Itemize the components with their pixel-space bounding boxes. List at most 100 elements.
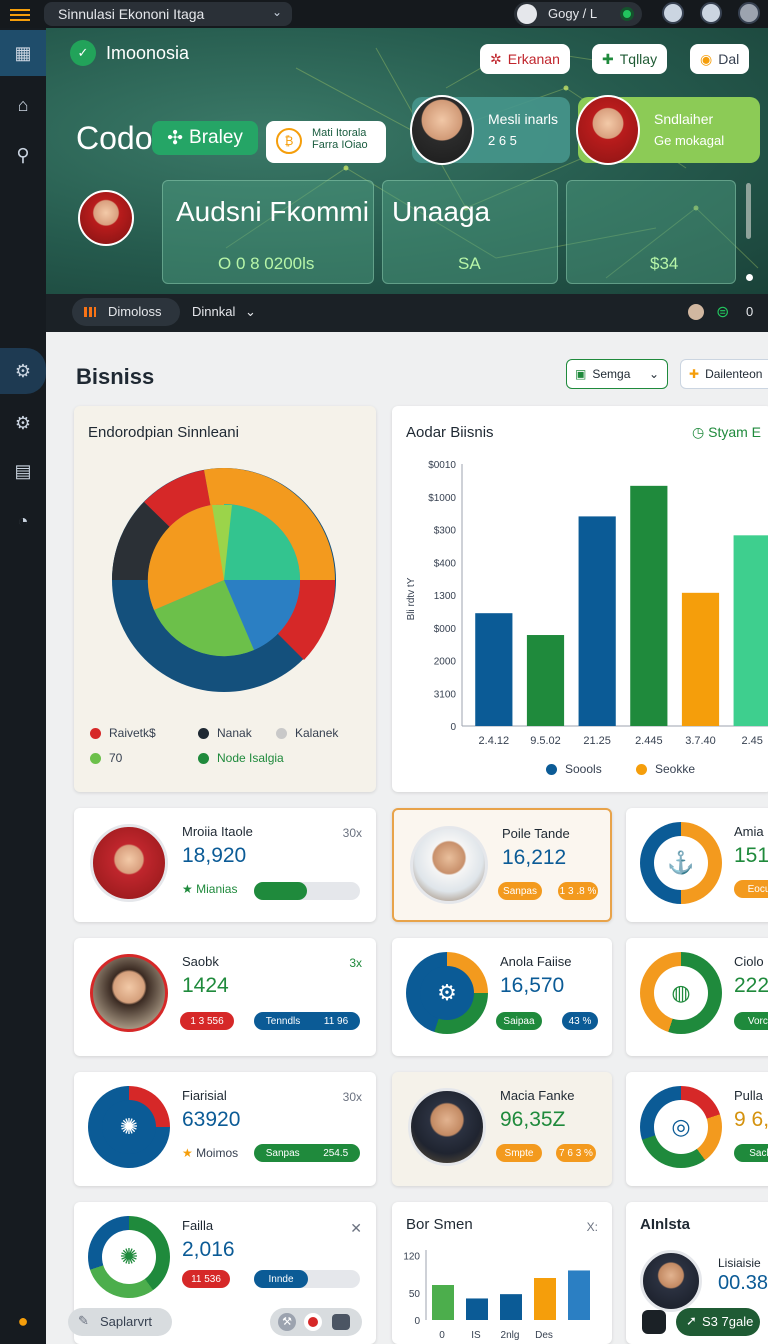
avatar[interactable] <box>688 304 704 320</box>
kpi-card[interactable]: Mroiia Itaole 18,920 30x ★ Mianias <box>74 808 376 922</box>
chart-status[interactable]: ◷ Styam E <box>692 424 761 441</box>
kpi-multiplier: 30x <box>342 1090 362 1104</box>
chevron-down-icon: ⌄ <box>244 304 256 319</box>
kpi-sub: ★ Mianias <box>182 882 238 896</box>
search-icon[interactable]: ⚲ <box>0 132 46 178</box>
home-icon[interactable]: ⌂ <box>0 82 46 128</box>
settings-icon[interactable]: ⚙ <box>0 348 46 394</box>
kpi-pill: 43 % <box>562 1012 598 1030</box>
gear-icon[interactable]: ⚙ <box>0 400 46 446</box>
bar <box>681 592 720 726</box>
upgrade-button[interactable]: ➚ S3 7gale <box>676 1308 760 1336</box>
menu-icon[interactable] <box>10 6 30 22</box>
dimoloss-chip[interactable]: Dimoloss <box>72 298 180 326</box>
legend-item: Raivetk$ <box>90 726 156 740</box>
stat-value: $34 <box>650 254 679 273</box>
avatar[interactable] <box>738 2 760 24</box>
tqllay-button[interactable]: ✚ Tqllay <box>592 44 668 74</box>
x-tick-label: Des <box>535 1330 553 1341</box>
page-indicator-icon[interactable] <box>746 274 753 281</box>
gear-icon: ⚙ <box>420 966 474 1020</box>
kpi-value: 00.38 <box>718 1272 768 1294</box>
chip-label: Dimoloss <box>108 304 162 319</box>
scrollbar[interactable] <box>746 183 751 239</box>
x-tick-label: 2.445 <box>635 735 663 747</box>
card-title: AInlsta <box>640 1216 691 1233</box>
coin-icon: ◉ <box>700 50 713 67</box>
profile-photo <box>90 824 168 902</box>
close-icon[interactable]: ✕ <box>350 1220 362 1237</box>
x-tick-label: 3.7.40 <box>685 735 716 747</box>
square-icon[interactable] <box>642 1310 666 1334</box>
kpi-name: Failla <box>182 1218 214 1233</box>
app-name: Sinnulasi Ekononi Itaga <box>58 6 205 22</box>
kpi-card[interactable]: Poile Tande 16,212 Sanpas 1 3 .8 % <box>392 808 612 922</box>
support-button[interactable]: ✎ Saplarvrt <box>68 1308 172 1336</box>
erkanan-button[interactable]: ✲ Erkanan <box>480 44 570 74</box>
kpi-card[interactable]: ✺ Fiarisial 63920 30x ★ Moimos Sanpas 254… <box>74 1072 376 1186</box>
kpi-value: 18,920 <box>182 844 247 867</box>
bar-chart: 0 3100 2000 $000 1300 $400 $300 $1000 $0010 Bli r… <box>406 460 768 747</box>
record-icon[interactable] <box>304 1313 322 1331</box>
kpi-card[interactable]: ◍ Ciolo 222 Vorcl <box>626 938 768 1056</box>
kpi-card[interactable]: Macia Fanke 96,35Z Smpte 7 6 3 % <box>392 1072 612 1186</box>
avatar <box>517 4 537 24</box>
user-menu[interactable]: Gogy / L <box>514 2 642 26</box>
kpi-value: 96,35Z <box>500 1108 566 1131</box>
progress-bar <box>254 882 360 900</box>
kpi-name: Poile Tande <box>502 826 570 841</box>
lock-icon[interactable]: ⊜ <box>716 302 729 322</box>
kpi-name: Amia <box>734 824 764 839</box>
globe-icon: ◍ <box>654 966 708 1020</box>
mini-chart-card[interactable]: Bor Smen X: 0 50 120 0 IS 2nlg Des <box>392 1202 612 1344</box>
card-title: Bor Smen <box>406 1216 473 1233</box>
kpi-card[interactable]: ⚙ Anola Faiise 16,570 Saipaa 43 % <box>392 938 612 1056</box>
virus-icon: ✺ <box>102 1230 156 1284</box>
y-tick-label: 0 <box>450 722 456 733</box>
kpi-pill: 1 3 556 <box>180 1012 234 1030</box>
chart-title: Aodar Biisnis <box>406 424 494 441</box>
profile-card[interactable]: Sndlaiher Ge mokagal <box>576 95 760 165</box>
legend-item: Node Isalgia <box>198 751 284 765</box>
dropdown-label: Dinnkal <box>192 304 236 319</box>
camera-icon[interactable] <box>332 1314 350 1330</box>
avatar[interactable] <box>662 2 684 24</box>
kpi-value: 16,570 <box>500 974 565 997</box>
kpi-card[interactable]: Saobk 1424 3x 1 3 556 Tenndls 11 96 <box>74 938 376 1056</box>
dashboard-icon[interactable]: ▦ <box>0 30 46 76</box>
profile-photo <box>640 1250 702 1312</box>
kpi-name: Mroiia Itaole <box>182 824 253 839</box>
legend-item: 70 <box>90 751 122 765</box>
dal-button[interactable]: ◉ Dal <box>690 44 750 74</box>
avatar[interactable] <box>700 2 722 24</box>
kpi-pill: Saipaa <box>496 1012 542 1030</box>
app-selector[interactable]: Sinnulasi Ekononi Itaga ⌄ <box>44 2 292 26</box>
braley-chip[interactable]: ✣ Braley <box>152 121 258 155</box>
kpi-pill: 1 3 .8 % <box>558 882 598 900</box>
kpi-pill: Innde <box>254 1270 308 1288</box>
palette-icon[interactable]: ◔ <box>0 498 46 544</box>
y-tick-label: $400 <box>434 558 457 569</box>
kpi-multiplier: X: <box>586 1220 598 1234</box>
profile-photo <box>576 95 640 165</box>
document-icon[interactable]: ▤ <box>0 448 46 494</box>
action-button[interactable]: ✚ Dailenteon <box>680 359 768 389</box>
filter-select[interactable]: ▣ Semga ⌄ <box>566 359 668 389</box>
kpi-card[interactable]: ◎ Pulla 9 6,0 Sacl <box>626 1072 768 1186</box>
info-chip[interactable]: ₿ Mati Itorala Farra IOiao <box>266 121 386 163</box>
kpi-name: Saobk <box>182 954 219 969</box>
x-tick-label: IS <box>471 1330 481 1341</box>
button-label: Erkanan <box>507 51 560 67</box>
avatar[interactable] <box>78 190 134 246</box>
brand[interactable]: ✓ Imoonosia <box>70 40 189 66</box>
y-tick-label: 0 <box>414 1316 420 1327</box>
users-icon[interactable]: ● <box>0 1298 46 1344</box>
status-online-icon <box>620 7 634 21</box>
dinnkal-dropdown[interactable]: Dinnkal ⌄ <box>192 304 256 320</box>
profile-name: Mesli inarls <box>488 111 559 127</box>
legend-item: Seokke <box>636 762 695 776</box>
profile-card[interactable]: Mesli inarls 2 6 5 <box>410 95 570 165</box>
y-tick-label: $0010 <box>428 460 456 471</box>
kpi-card[interactable]: ⚓ Amia 151 Eocu <box>626 808 768 922</box>
tools-icon[interactable]: ⚒ <box>278 1313 296 1331</box>
